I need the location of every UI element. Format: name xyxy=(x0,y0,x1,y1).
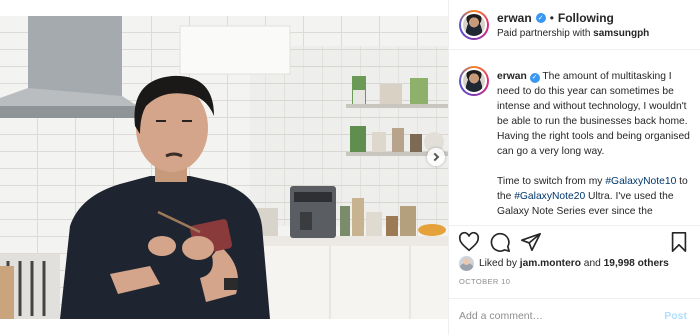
comment-bubble-icon[interactable] xyxy=(489,231,511,253)
likes-prefix: Liked by xyxy=(479,258,517,269)
caption-verified-badge-icon: ✓ xyxy=(529,72,540,83)
post-date[interactable]: OCTOBER 10 xyxy=(459,277,510,286)
partnership-prefix: Paid partnership with xyxy=(497,28,591,39)
post-caption: erwan ✓ The amount of multitasking I nee… xyxy=(449,50,700,225)
author-avatar[interactable] xyxy=(459,10,489,40)
caption-text: erwan ✓ The amount of multitasking I nee… xyxy=(497,69,693,225)
author-username[interactable]: erwan xyxy=(497,11,532,25)
next-photo-chevron-right-icon[interactable] xyxy=(427,148,445,166)
add-comment-input[interactable]: Add a comment… xyxy=(459,310,543,322)
likes-summary: Liked by jam.montero and 19,998 others xyxy=(459,256,669,271)
hashtag-galaxynote10[interactable]: #GalaxyNote10 xyxy=(605,176,676,187)
following-button[interactable]: Following xyxy=(558,11,614,25)
liker-username[interactable]: jam.montero xyxy=(520,258,581,269)
post-photo[interactable] xyxy=(0,16,448,319)
caption-paragraph-1: The amount of multitasking I need to do … xyxy=(497,71,690,157)
action-bar xyxy=(449,225,700,255)
caption-username[interactable]: erwan xyxy=(497,71,527,82)
heart-icon[interactable] xyxy=(458,231,480,253)
verified-badge-icon: ✓ xyxy=(535,13,546,23)
partner-username[interactable]: samsungph xyxy=(593,28,649,39)
caption-p2-part1: Time to switch from my xyxy=(497,176,606,187)
instagram-post: erwan ✓ • Following Paid partnership wit… xyxy=(0,0,700,335)
paid-partnership-label: Paid partnership with samsungph xyxy=(497,28,649,39)
post-header: erwan ✓ • Following Paid partnership wit… xyxy=(449,0,700,50)
post-comment-button[interactable]: Post xyxy=(664,310,687,322)
author-line: erwan ✓ • Following xyxy=(497,11,614,25)
likes-conj: and xyxy=(583,258,601,269)
separator-dot: • xyxy=(549,11,554,25)
paper-plane-icon[interactable] xyxy=(520,231,542,253)
bookmark-icon[interactable] xyxy=(668,231,690,253)
likes-count[interactable]: 19,998 others xyxy=(604,258,669,269)
liker-avatar[interactable] xyxy=(459,256,474,271)
caption-author-avatar[interactable] xyxy=(459,66,489,96)
comment-bar: Add a comment… Post xyxy=(449,298,700,335)
photo-illustration xyxy=(0,16,448,319)
hashtag-galaxynote20[interactable]: #GalaxyNote20 xyxy=(514,191,585,202)
post-side-panel: erwan ✓ • Following Paid partnership wit… xyxy=(448,0,700,335)
